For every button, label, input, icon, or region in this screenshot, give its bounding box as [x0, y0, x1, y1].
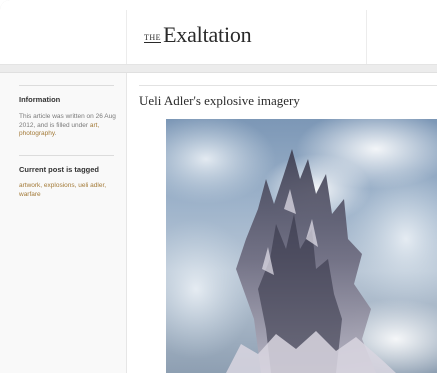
article-top-rule: [139, 85, 437, 86]
sidebar-divider-mid: [19, 155, 114, 156]
info-text: This article was written on 26 Aug 2012,…: [19, 113, 119, 139]
site-header: THE Exaltation: [0, 0, 437, 65]
sidebar: Information This article was written on …: [0, 73, 127, 373]
explosion-artwork-graphic: [166, 119, 437, 373]
info-heading: Information: [19, 95, 61, 104]
tag-links[interactable]: artwork, explosions, ueli adler, warfare: [19, 182, 106, 198]
main-content: Ueli Adler's explosive imagery: [127, 73, 437, 373]
header-divider-right: [366, 10, 367, 64]
header-divider-left: [126, 10, 127, 64]
tags-heading: Current post is tagged: [19, 165, 100, 174]
sidebar-divider-top: [19, 85, 114, 86]
site-logo[interactable]: THE Exaltation: [144, 22, 252, 52]
explosion-artwork-image[interactable]: [166, 119, 437, 373]
header-band: [0, 65, 437, 73]
logo-prefix: THE: [144, 33, 162, 43]
article-title[interactable]: Ueli Adler's explosive imagery: [139, 93, 300, 109]
logo-name: Exaltation: [163, 22, 252, 47]
info-text-before: This article was written on 26 Aug 2012,…: [19, 113, 116, 129]
tags-text: artwork, explosions, ueli adler, warfare: [19, 182, 117, 199]
info-text-after: .: [54, 130, 57, 138]
browser-frame: THE Exaltation Information This article …: [0, 0, 437, 373]
